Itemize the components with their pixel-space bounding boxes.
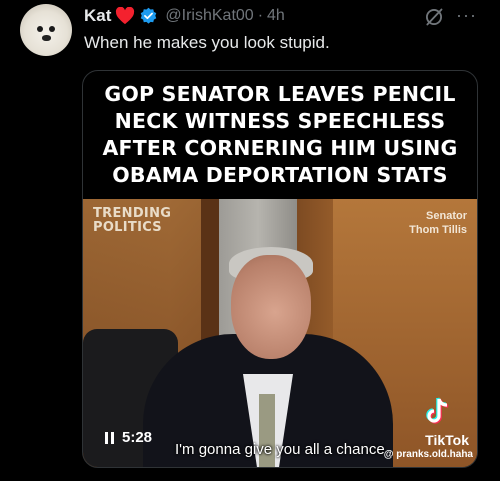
name-tag-line: Senator: [426, 210, 467, 222]
video-frame[interactable]: TRENDING POLITICS Senator Thom Tillis Ti…: [83, 199, 477, 467]
pause-icon[interactable]: [105, 431, 114, 444]
tweet-header: Kat @IrishKat00 · 4h: [84, 6, 285, 26]
avatar-nose: [42, 35, 51, 41]
verified-badge-icon: [141, 7, 157, 24]
speaker-head: [231, 255, 311, 359]
pause-button[interactable]: 5:28: [105, 429, 152, 446]
name-tag-line: Thom Tillis: [409, 224, 467, 236]
video-media[interactable]: GOP SENATOR LEAVES PENCIL NECK WITNESS S…: [82, 70, 478, 468]
video-duration: 5:28: [122, 429, 153, 446]
avatar-eye-right: [49, 26, 55, 32]
avatar-eye-left: [37, 26, 43, 32]
logo-line: POLITICS: [93, 220, 162, 235]
tiktok-handle: @ pranks.old.haha: [383, 449, 473, 460]
headline-line: AFTER CORNERING HIM USING: [102, 136, 458, 160]
more-icon[interactable]: ···: [456, 6, 477, 24]
headline-line: NECK WITNESS SPEECHLESS: [114, 109, 446, 133]
author-handle[interactable]: @IrishKat00: [165, 7, 253, 25]
timestamp[interactable]: 4h: [267, 7, 285, 25]
headline-line: OBAMA DEPORTATION STATS: [112, 163, 448, 187]
video-subtitle: I'm gonna give you all a chance: [175, 441, 385, 458]
headline-line: GOP SENATOR LEAVES PENCIL: [104, 82, 456, 106]
video-headline: GOP SENATOR LEAVES PENCIL NECK WITNESS S…: [83, 81, 477, 189]
author-name[interactable]: Kat: [84, 6, 111, 26]
heart-icon: [116, 7, 135, 25]
tiktok-label: TikTok: [425, 432, 469, 448]
tweet-text: When he makes you look stupid.: [84, 33, 330, 52]
avatar[interactable]: [20, 4, 72, 56]
name-tag: Senator Thom Tillis: [409, 209, 467, 237]
separator-dot: ·: [257, 7, 264, 24]
grok-icon[interactable]: [424, 7, 444, 27]
logo-line: TRENDING: [93, 206, 172, 221]
tiktok-icon: [426, 397, 449, 424]
trending-politics-logo: TRENDING POLITICS: [93, 207, 171, 235]
